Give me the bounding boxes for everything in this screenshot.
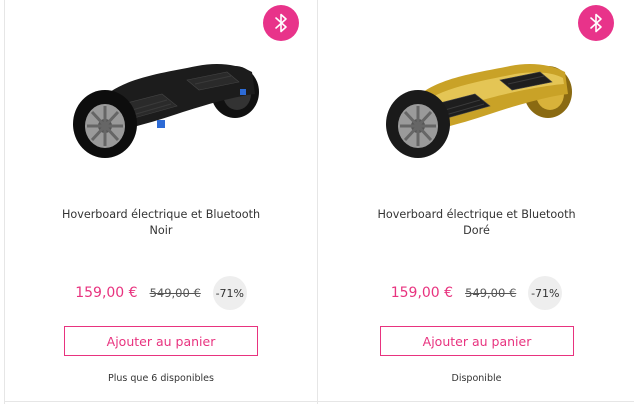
product-title[interactable]: Hoverboard électrique et Bluetooth Noir: [5, 207, 317, 239]
bluetooth-icon: [275, 13, 287, 33]
stock-status: Plus que 6 disponibles: [108, 373, 214, 384]
add-to-cart-button[interactable]: Ajouter au panier: [64, 326, 258, 356]
old-price: 549,00 €: [149, 286, 201, 300]
bluetooth-icon: [590, 13, 602, 33]
product-title-line2[interactable]: Doré: [318, 223, 634, 239]
bluetooth-badge: [263, 5, 299, 41]
hoverboard-black-image[interactable]: [67, 34, 267, 164]
current-price: 159,00 €: [75, 285, 138, 301]
bluetooth-badge: [578, 5, 614, 41]
divider: [4, 401, 634, 402]
product-card-black: Hoverboard électrique et Bluetooth Noir …: [4, 0, 317, 404]
discount-badge: -71%: [528, 276, 563, 310]
price-row: 159,00 € 549,00 € -71%: [318, 276, 634, 310]
hoverboard-gold-image[interactable]: [380, 34, 580, 164]
price-row: 159,00 € 549,00 € -71%: [5, 276, 317, 310]
current-price: 159,00 €: [390, 285, 454, 301]
discount-badge: -71%: [212, 276, 247, 310]
add-to-cart-button[interactable]: Ajouter au panier: [380, 326, 574, 356]
product-title-line1[interactable]: Hoverboard électrique et Bluetooth: [318, 207, 634, 223]
product-title-line2[interactable]: Noir: [5, 223, 317, 239]
product-grid: Hoverboard électrique et Bluetooth Noir …: [0, 0, 634, 404]
product-card-gold: Hoverboard électrique et Bluetooth Doré …: [317, 0, 634, 404]
product-title[interactable]: Hoverboard électrique et Bluetooth Doré: [318, 207, 634, 239]
old-price: 549,00 €: [465, 286, 517, 300]
product-title-line1[interactable]: Hoverboard électrique et Bluetooth: [5, 207, 317, 223]
stock-status: Disponible: [451, 373, 502, 384]
